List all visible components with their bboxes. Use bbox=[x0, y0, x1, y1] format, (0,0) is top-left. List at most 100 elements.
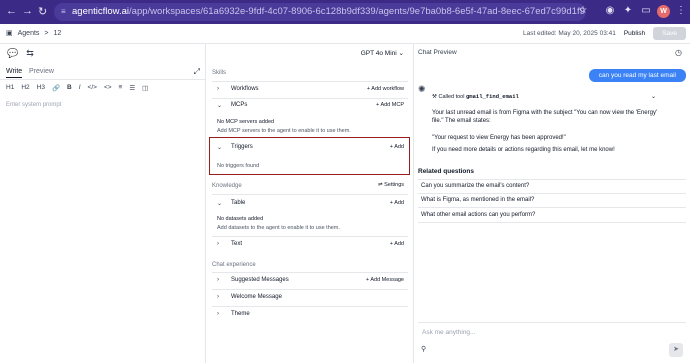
chevron-right-icon: › bbox=[217, 277, 219, 283]
tab-preview[interactable]: Preview bbox=[29, 68, 54, 75]
browser-chrome: ← → ↻ ≡ agenticflow.ai/app/workspaces/61… bbox=[0, 0, 690, 24]
tool-prefix: Called tool bbox=[438, 94, 465, 100]
forward-icon[interactable]: → bbox=[22, 5, 33, 17]
divider bbox=[212, 236, 408, 237]
breadcrumb: ▣ Agents > 12 bbox=[6, 29, 62, 38]
publish-button[interactable]: Publish bbox=[624, 30, 645, 37]
breadcrumb-agents[interactable]: Agents bbox=[18, 30, 40, 37]
no-mcp-subtitle: Add MCP servers to the agent to enable i… bbox=[217, 128, 351, 134]
model-selector[interactable]: GPT 4o Mini ⌄ bbox=[361, 49, 404, 57]
paperclip-icon[interactable]: ⚲ bbox=[421, 345, 426, 353]
link-icon[interactable]: 🔗 bbox=[52, 84, 60, 92]
back-icon[interactable]: ← bbox=[6, 5, 17, 17]
menu-kebab-icon[interactable]: ⋮ bbox=[675, 5, 687, 17]
site-info-icon[interactable]: ≡ bbox=[61, 3, 66, 21]
text-row[interactable]: › Text + Add bbox=[212, 241, 408, 255]
related-question[interactable]: What other email actions can you perform… bbox=[418, 209, 686, 223]
sidepanel-icon[interactable]: ▭ bbox=[640, 5, 652, 17]
codeblock-button[interactable]: <> bbox=[104, 84, 112, 92]
mcps-label: MCPs bbox=[231, 102, 248, 108]
chevron-right-icon: › bbox=[217, 241, 219, 247]
url-path: /app/workspaces/61a6932e-9fdf-4c07-8906-… bbox=[129, 6, 586, 17]
history-icon[interactable]: ◷ bbox=[675, 48, 682, 57]
chat-input-area[interactable]: Ask me anything... ⚲ ➤ bbox=[418, 322, 686, 360]
reload-icon[interactable]: ↻ bbox=[38, 5, 47, 18]
chevron-down-icon: ⌄ bbox=[217, 103, 223, 109]
heading3-button[interactable]: H3 bbox=[37, 84, 45, 92]
model-name: GPT 4o Mini bbox=[360, 50, 397, 57]
sliders-icon[interactable]: ⇆ bbox=[26, 48, 34, 59]
theme-label: Theme bbox=[231, 311, 250, 317]
bot-avatar-icon: ✺ bbox=[418, 84, 426, 94]
agent-chat-icon[interactable]: 💬 bbox=[7, 48, 18, 59]
workflows-label: Workflows bbox=[231, 86, 259, 92]
no-datasets-title: No datasets added bbox=[217, 216, 264, 222]
bot-reply-closing: If you need more details or actions rega… bbox=[432, 147, 615, 153]
related-question[interactable]: What is Figma, as mentioned in the email… bbox=[418, 194, 686, 208]
numbered-list-icon[interactable]: ☰ bbox=[129, 84, 135, 92]
breadcrumb-current: 12 bbox=[53, 29, 62, 37]
save-button[interactable]: Save bbox=[653, 27, 686, 40]
prompt-editor-panel: 💬 ⇆ Write Preview ⤢ H1 H2 H3 🔗 B I </> <… bbox=[0, 44, 206, 363]
divider bbox=[212, 306, 408, 307]
table-row[interactable]: ⌄ Table + Add bbox=[212, 200, 408, 214]
chat-preview-panel: Chat Preview ◷ can you read my last emai… bbox=[414, 44, 690, 363]
heading2-button[interactable]: H2 bbox=[21, 84, 29, 92]
bookmark-star-icon[interactable]: ☆ bbox=[577, 5, 589, 17]
heading1-button[interactable]: H1 bbox=[6, 84, 14, 92]
app-topbar: ▣ Agents > 12 Last edited: May 20, 2025 … bbox=[0, 24, 690, 44]
triggers-highlight-box bbox=[209, 137, 410, 175]
add-text-button[interactable]: + Add bbox=[390, 241, 404, 247]
add-mcp-button[interactable]: + Add MCP bbox=[376, 102, 404, 108]
profile-avatar[interactable]: W bbox=[657, 5, 670, 18]
breadcrumb-separator: > bbox=[44, 29, 49, 37]
mcps-row[interactable]: ⌄ MCPs + Add MCP bbox=[212, 102, 408, 116]
address-bar[interactable]: ≡ agenticflow.ai/app/workspaces/61a6932e… bbox=[54, 3, 586, 21]
puzzle-icon[interactable]: ✦ bbox=[622, 5, 634, 17]
add-table-button[interactable]: + Add bbox=[390, 200, 404, 206]
bullet-list-icon[interactable]: ≡ bbox=[119, 84, 123, 92]
related-question[interactable]: Can you summarize the email's content? bbox=[418, 179, 686, 194]
chat-experience-label: Chat experience bbox=[212, 262, 256, 268]
chevron-down-icon: ⌄ bbox=[217, 201, 223, 207]
wrench-icon: ⚒ bbox=[432, 94, 437, 100]
sliders-icon: ⇌ bbox=[377, 182, 383, 188]
related-questions-title: Related questions bbox=[418, 168, 474, 175]
extension-icon[interactable]: ◉ bbox=[604, 5, 616, 17]
no-datasets-subtitle: Add datasets to the agent to enable it t… bbox=[217, 225, 340, 231]
divider bbox=[212, 98, 408, 99]
send-icon[interactable]: ➤ bbox=[669, 343, 683, 357]
divider bbox=[212, 194, 408, 195]
tool-name: gmail_find_email bbox=[466, 93, 519, 100]
chat-input[interactable]: Ask me anything... bbox=[422, 329, 475, 336]
italic-button[interactable]: I bbox=[79, 84, 81, 92]
tab-write[interactable]: Write bbox=[6, 68, 23, 78]
image-icon[interactable]: ◫ bbox=[142, 84, 148, 92]
divider bbox=[212, 289, 408, 290]
code-button[interactable]: </> bbox=[88, 84, 97, 92]
tool-call-row[interactable]: ⚒ Called tool gmail_find_email ⌄ bbox=[432, 93, 656, 105]
format-toolbar: H1 H2 H3 🔗 B I </> <> ≡ ☰ ◫ bbox=[6, 84, 148, 92]
agent-config-panel: GPT 4o Mini ⌄ Skills › Workflows + Add w… bbox=[206, 44, 414, 363]
chevron-right-icon: › bbox=[217, 294, 219, 300]
sidebar-toggle-icon[interactable]: ▣ bbox=[6, 29, 13, 37]
last-edited-text: Last edited: May 20, 2025 03:41 bbox=[522, 30, 616, 37]
add-message-button[interactable]: + Add Message bbox=[366, 277, 404, 283]
chat-preview-title: Chat Preview bbox=[418, 49, 457, 56]
add-workflow-button[interactable]: + Add workflow bbox=[367, 86, 404, 92]
bold-button[interactable]: B bbox=[67, 84, 72, 92]
skills-label: Skills bbox=[212, 70, 227, 76]
theme-row[interactable]: › Theme bbox=[212, 311, 408, 325]
chevron-down-icon: ⌄ bbox=[650, 94, 656, 100]
no-mcp-title: No MCP servers added bbox=[217, 119, 275, 125]
system-prompt-input[interactable]: Enter system prompt bbox=[6, 102, 61, 108]
editor-tabs: Write Preview ⤢ bbox=[0, 66, 206, 80]
settings-text: Settings bbox=[384, 182, 404, 188]
chevron-right-icon: › bbox=[217, 86, 219, 92]
expand-icon[interactable]: ⤢ bbox=[194, 67, 200, 77]
bot-reply-quote: "Your request to view Energy has been ap… bbox=[432, 135, 566, 141]
divider bbox=[212, 81, 408, 82]
text-label: Text bbox=[231, 241, 243, 247]
table-label: Table bbox=[231, 200, 246, 206]
knowledge-label: Knowledge bbox=[212, 183, 242, 189]
